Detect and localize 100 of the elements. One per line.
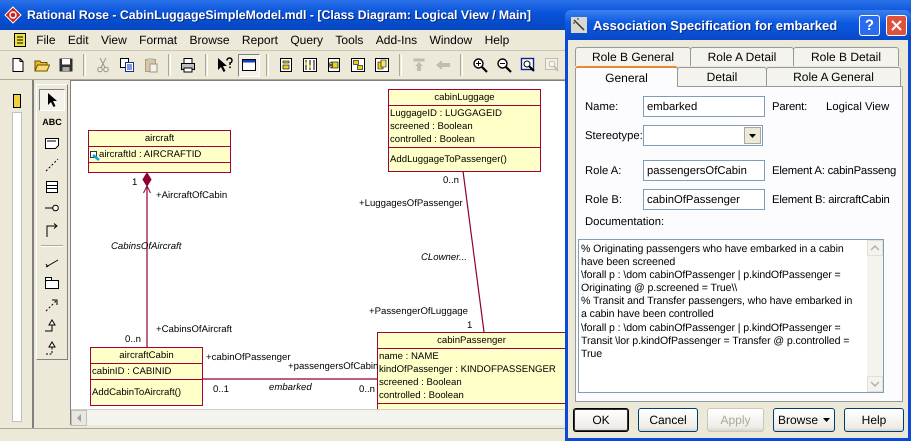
dashed-line-icon <box>44 156 60 173</box>
field-label: Role B: <box>585 194 624 206</box>
menu-item[interactable]: Browse <box>183 31 236 49</box>
tool-button[interactable] <box>39 89 65 111</box>
attribute-text: name : NAME <box>379 351 439 362</box>
menu-item[interactable]: View <box>94 31 133 49</box>
tab[interactable]: Detail <box>677 67 767 86</box>
tab[interactable]: Role B General <box>575 47 691 66</box>
tab[interactable]: Role B Detail <box>793 47 899 66</box>
multiplicity: 1 <box>132 177 138 189</box>
zoom-page-icon <box>544 57 560 73</box>
scissors-icon <box>95 57 111 73</box>
class-box[interactable]: aircraft aircraftId : AIRCRAFTID <box>88 130 231 173</box>
operation-text: AddLuggageToPassenger() <box>390 154 507 165</box>
stereotype-dropdown[interactable] <box>643 125 763 146</box>
documentation-field[interactable]: % Originating passengers who have embarked in a cabin have been screened \forall p : \dom cabinOfPassenger | p.kindOfPassenger = Originating @ p.screened = True\\ % Transit and Transfer passengers, who have embarked in a cabin have been controlled \forall p : \dom cabinOfPassenger | p.kindOfPassenger = Transit \lor p.kindOfPassenger = Transfer @ p.controlled = True <box>578 239 884 393</box>
multiplicity: 0..n <box>125 334 142 346</box>
clipboard-icon <box>143 57 159 73</box>
caret-icon <box>823 418 830 422</box>
dashed-arrow-icon <box>44 296 60 313</box>
class-name: cabinLuggage <box>389 90 540 106</box>
class-box[interactable]: cabinLuggage LuggageID : LUGGAGEID screened : Boolean controlled : Boolean AddLuggageToPassenger() <box>388 89 541 172</box>
role-name: +cabinOfPassenger <box>206 352 291 363</box>
association-line[interactable] <box>203 378 377 380</box>
dialog-button[interactable]: OK <box>573 408 629 432</box>
help-button[interactable]: ? <box>859 14 880 36</box>
attribute-text: screened : Boolean <box>379 377 462 388</box>
field-label: Name: <box>585 100 620 112</box>
menu-item[interactable]: File <box>30 31 62 49</box>
printer-icon <box>180 57 196 73</box>
menu-item[interactable]: Tools <box>329 31 370 49</box>
operation-text: AddCabinToAircraft() <box>92 387 182 398</box>
dropdown-arrow-icon <box>749 134 756 138</box>
menu-item[interactable]: Add-Ins <box>370 31 424 49</box>
role-name: +AircraftOfCabin <box>156 190 228 202</box>
menu-item[interactable]: Query <box>284 31 330 49</box>
role-name: +PassengerOfLuggage <box>369 306 468 318</box>
corner-arrow-icon <box>44 222 60 238</box>
tab[interactable]: Role A General <box>766 67 901 86</box>
class-name: cabinPassenger <box>378 333 565 349</box>
multiplicity: 0..n <box>359 384 376 396</box>
dialog-button[interactable]: Browse <box>773 408 835 432</box>
floppy-icon <box>58 57 74 73</box>
association-name: embarked <box>269 382 312 394</box>
menu-item[interactable]: Format <box>132 31 184 49</box>
attribute-text: controlled : Boolean <box>379 390 464 401</box>
diagram-icon <box>302 57 318 73</box>
class-box[interactable]: cabinPassenger name : NAME kindOfPassenger : KINDOFPASSENGER screened : Boolean controlled : Boolean <box>377 332 566 409</box>
menu-item[interactable]: Help <box>478 31 516 49</box>
dialog-button[interactable]: Help <box>844 408 904 432</box>
zoom-in-icon <box>472 57 488 73</box>
multiplicity: 0..1 <box>213 384 230 396</box>
document-icon <box>10 57 26 73</box>
document-icon[interactable] <box>12 32 28 48</box>
diagram-icon <box>326 57 342 73</box>
attribute-text: cabinID : CABINID <box>92 366 172 377</box>
text-tool[interactable]: ABC <box>39 110 65 132</box>
menu-item[interactable]: Report <box>236 31 284 49</box>
element-label: Element B: aircraftCabin <box>772 194 890 206</box>
close-button[interactable] <box>886 14 907 36</box>
tab[interactable]: General <box>575 66 678 87</box>
menu-item[interactable]: Edit <box>62 31 95 49</box>
attribute-text: kindOfPassenger : KINDOFPASSENGER <box>379 364 556 375</box>
element-label: Element A: cabinPasseng <box>772 164 896 176</box>
zoom-fit-icon <box>520 57 536 73</box>
multiplicity: 1 <box>467 320 472 332</box>
toolbar-button[interactable] <box>238 54 260 76</box>
menu-item[interactable]: Window <box>423 31 478 49</box>
multiplicity: 0..n <box>443 175 460 187</box>
tree-node-icon <box>13 94 21 108</box>
field-label: Role A: <box>585 164 622 176</box>
class-name: aircraftCabin <box>91 348 202 364</box>
diagram-icon <box>374 57 390 73</box>
window-icon <box>241 57 257 73</box>
role-b-field[interactable]: cabinOfPassenger <box>643 189 765 210</box>
up-arrow-icon <box>411 57 427 73</box>
logo-icon <box>4 6 22 24</box>
scroll-track[interactable] <box>12 112 22 422</box>
tab[interactable]: Role A Detail <box>690 47 794 66</box>
association-name: CLowner... <box>421 252 468 264</box>
note-icon <box>44 135 60 152</box>
class-name: aircraft <box>89 131 230 147</box>
role-a-field[interactable]: passengersOfCabin <box>643 160 765 181</box>
parent-label: Parent: <box>772 100 808 112</box>
field-label: Documentation: <box>585 216 664 228</box>
copy-icon <box>119 57 135 73</box>
role-name: +CabinsOfAircraft <box>156 324 232 336</box>
key-icon <box>90 148 100 160</box>
role-name: +LuggagesOfPassenger <box>359 198 463 210</box>
horizontal-scrollbar[interactable] <box>71 409 564 425</box>
wand-icon <box>571 17 587 33</box>
attribute-text: controlled : Boolean <box>390 134 475 145</box>
attribute-text: aircraftId : AIRCRAFTID <box>99 149 202 160</box>
name-field[interactable]: embarked <box>643 96 765 117</box>
left-arrow-icon <box>435 57 451 73</box>
dialog-title: Association Specification for embarked <box>593 18 838 32</box>
dialog-button[interactable]: Cancel <box>638 408 698 432</box>
class-box[interactable]: aircraftCabin cabinID : CABINID AddCabinToAircraft() <box>90 347 203 406</box>
package-icon <box>44 275 60 292</box>
diagram-icon <box>350 57 366 73</box>
